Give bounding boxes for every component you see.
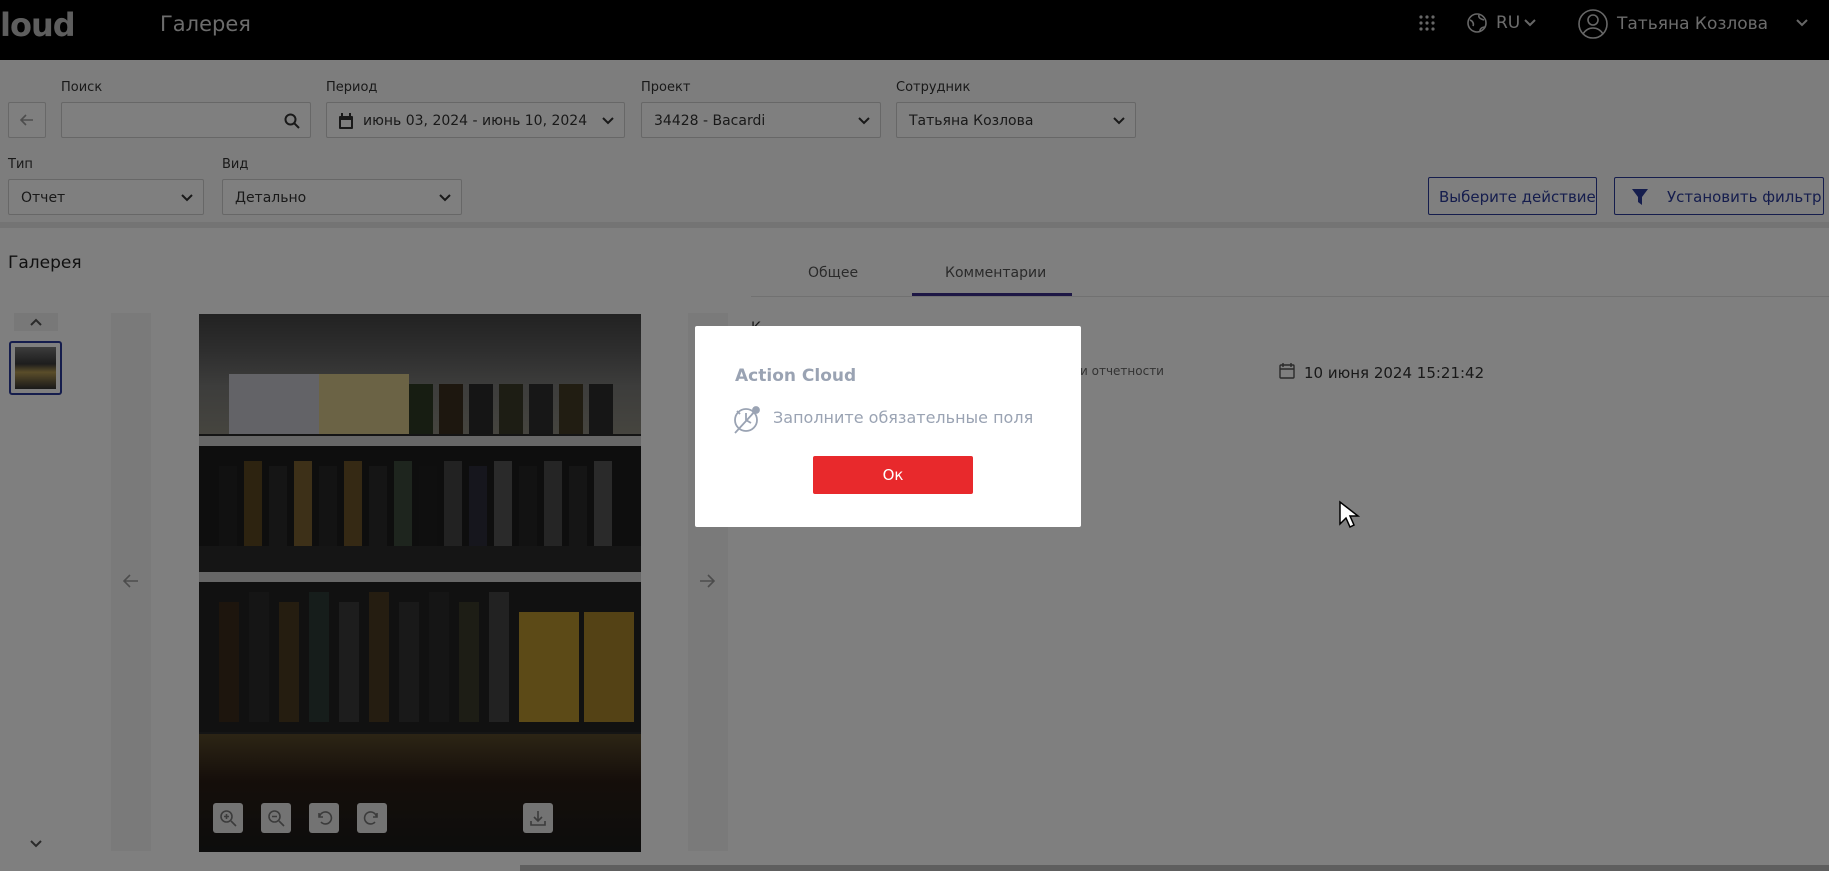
dialog-message: Заполните обязательные поля — [773, 408, 1034, 427]
warning-clock-icon — [734, 406, 760, 434]
alert-dialog: Action Cloud Заполните обязательные поля… — [695, 326, 1081, 527]
mouse-cursor-icon — [1339, 500, 1360, 529]
dialog-title: Action Cloud — [735, 366, 857, 386]
ok-button[interactable]: Ок — [813, 456, 973, 494]
